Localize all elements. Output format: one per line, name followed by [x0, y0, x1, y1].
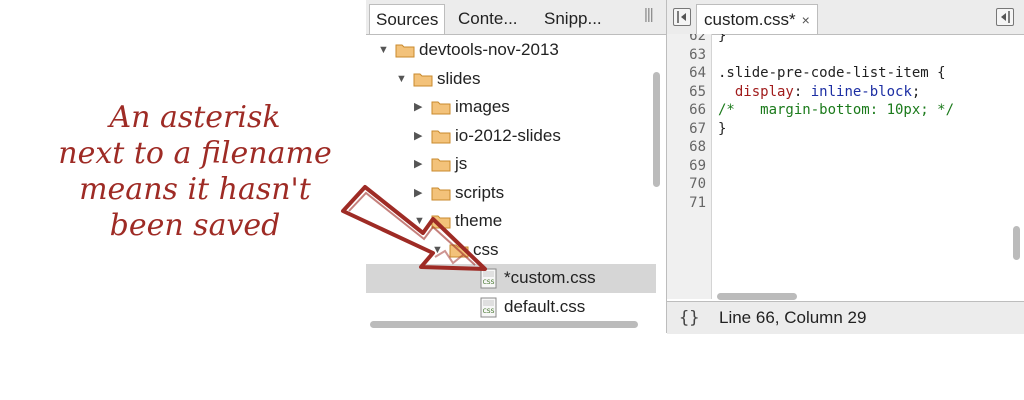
- annotation-text: An asterisk next to a filename means it …: [0, 100, 390, 244]
- annotation-line: been saved: [109, 208, 281, 243]
- code-line: .slide-pre-code-list-item {: [718, 65, 946, 81]
- close-icon[interactable]: ×: [802, 12, 810, 28]
- line-number: 65: [689, 83, 706, 100]
- folder-icon: [431, 130, 451, 143]
- tab-sources[interactable]: Sources: [369, 4, 446, 34]
- editor-tab-custom-css[interactable]: custom.css* ×: [696, 4, 818, 34]
- folder-icon: [395, 44, 415, 58]
- file-tree-label: default.css: [504, 296, 586, 316]
- annotation-line: An asterisk: [109, 100, 281, 135]
- file-tree-label: images: [455, 97, 510, 116]
- code-line: /* margin-bottom: 10px; */: [718, 102, 955, 118]
- line-number: 67: [689, 120, 706, 137]
- line-number: 69: [689, 157, 706, 174]
- line-number: 66: [689, 102, 706, 118]
- toggle-navigator-icon[interactable]: [673, 8, 691, 26]
- editor-tab-label: custom.css*: [704, 10, 796, 29]
- annotation-line: next to a filename: [58, 136, 332, 171]
- sources-tabbar: Sources Conte... Snipp... |||: [366, 0, 666, 35]
- line-number: 70: [689, 176, 706, 192]
- line-number: 63: [689, 46, 706, 63]
- annotation-line: means it hasn't: [79, 172, 311, 207]
- file-tree-folder[interactable]: ▼ slides: [366, 65, 656, 94]
- tab-content-scripts[interactable]: Conte...: [452, 4, 524, 33]
- editor-horizontal-scrollbar[interactable]: [717, 293, 797, 300]
- code-area[interactable]: } .slide-pre-code-list-item { display: in…: [718, 34, 1008, 299]
- file-tree-folder[interactable]: ▶ io-2012-slides: [366, 122, 656, 151]
- file-tree-label: slides: [437, 68, 481, 88]
- code-line: }: [718, 120, 727, 137]
- collapsed-triangle-icon[interactable]: ▶: [414, 93, 422, 122]
- file-tree-label: *custom.css: [504, 268, 596, 287]
- expanded-triangle-icon[interactable]: ▼: [396, 65, 407, 94]
- horizontal-scrollbar[interactable]: [370, 321, 638, 328]
- tabs-overflow-icon[interactable]: |||: [644, 6, 654, 23]
- tab-snippets[interactable]: Snipp...: [538, 4, 608, 33]
- folder-icon: [431, 158, 451, 172]
- line-number: 71: [689, 194, 706, 211]
- folder-icon: [413, 73, 433, 86]
- code-line: }: [718, 34, 727, 44]
- vertical-scrollbar[interactable]: [653, 72, 660, 187]
- folder-icon: [431, 101, 451, 115]
- expanded-triangle-icon[interactable]: ▼: [378, 36, 389, 65]
- file-tree-file[interactable]: CSS default.css: [366, 293, 656, 322]
- file-tree-label: io-2012-slides: [455, 125, 561, 145]
- file-tree-label: devtools-nov-2013: [419, 40, 559, 59]
- code-line: display: inline-block;: [734, 83, 921, 100]
- file-tree-folder[interactable]: ▼ devtools-nov-2013: [366, 36, 656, 65]
- line-number: 64: [689, 65, 706, 81]
- editor-panel: custom.css* × 62 63 64 65 66 67 68 69 70 71 } .slid…: [667, 0, 1024, 334]
- css-file-icon: CSS: [480, 297, 497, 317]
- pretty-print-button[interactable]: {}: [679, 302, 699, 334]
- line-number: 68: [689, 139, 706, 155]
- annotation-arrow-icon: [341, 185, 487, 271]
- status-bar: {} Line 66, Column 29: [667, 301, 1024, 334]
- line-number-gutter: 62 63 64 65 66 67 68 69 70 71: [667, 34, 712, 299]
- cursor-position: Line 66, Column 29: [719, 308, 867, 327]
- editor-vertical-scrollbar[interactable]: [1013, 226, 1020, 260]
- file-tree-folder[interactable]: ▶ images: [366, 93, 656, 122]
- editor-tabbar: custom.css* ×: [667, 0, 1024, 35]
- svg-text:CSS: CSS: [483, 308, 495, 315]
- line-number: 62: [689, 34, 706, 44]
- collapsed-triangle-icon[interactable]: ▶: [414, 122, 422, 151]
- toggle-debugger-icon[interactable]: [996, 8, 1014, 26]
